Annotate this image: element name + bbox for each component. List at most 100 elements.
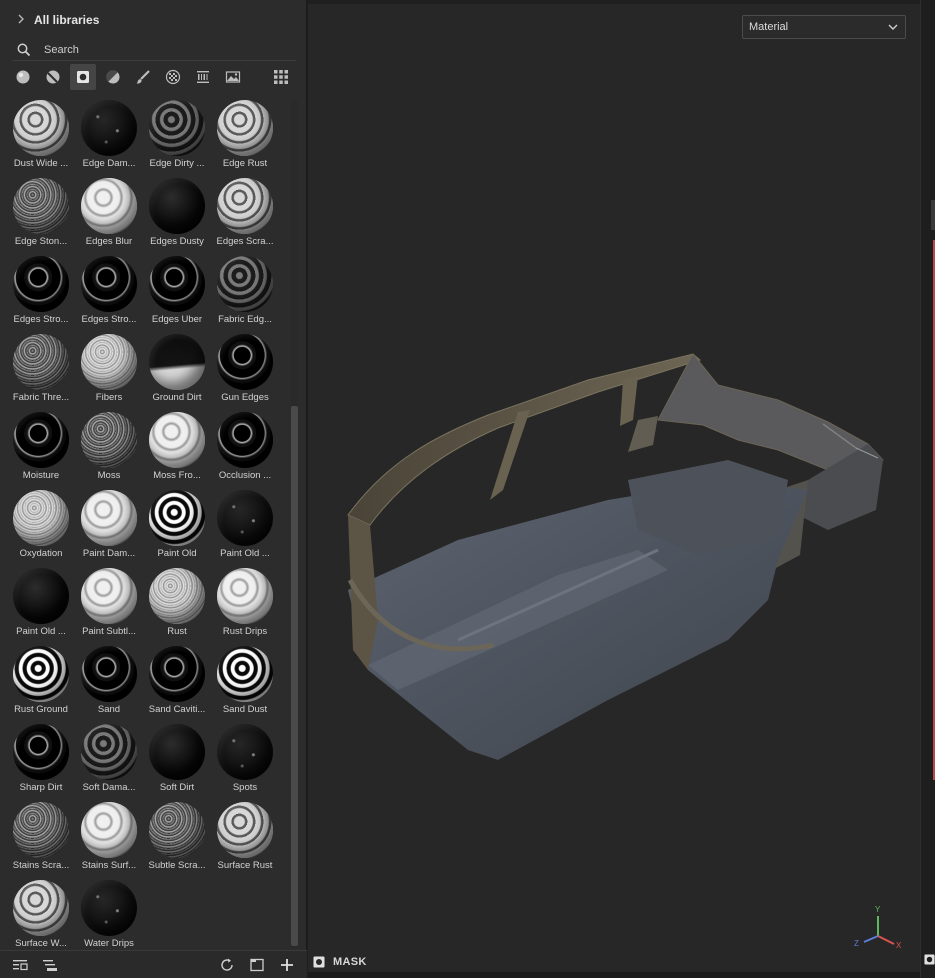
resource-tile[interactable]: Sand <box>75 646 143 724</box>
shelf-panel: All libraries Search Dust Wide ... Edge … <box>0 0 307 978</box>
filter-grunges-icon[interactable] <box>190 64 216 90</box>
resource-label: Moss <box>97 470 121 481</box>
resource-tile[interactable]: Water Drips <box>75 880 143 948</box>
3d-viewport[interactable]: Material MASK Y X Z <box>308 0 920 972</box>
filter-filters-icon[interactable] <box>100 64 126 90</box>
resource-label: Sharp Dirt <box>19 782 63 793</box>
resource-tile[interactable]: Edge Dam... <box>75 100 143 178</box>
resource-label: Edge Dirty ... <box>149 158 205 169</box>
library-title: All libraries <box>34 13 100 27</box>
resource-tile[interactable]: Stains Scra... <box>7 802 75 880</box>
resource-thumbnail <box>217 412 273 468</box>
resource-thumbnail <box>217 334 273 390</box>
resource-thumbnail <box>81 490 137 546</box>
right-side-panel-edge <box>920 0 935 978</box>
resource-tile[interactable]: Rust Drips <box>211 568 279 646</box>
resource-label: Edges Stro... <box>81 314 137 325</box>
resource-tile[interactable]: Soft Dirt <box>143 724 211 802</box>
resource-tile[interactable]: Paint Old ... <box>7 568 75 646</box>
resource-label: Paint Old <box>157 548 197 559</box>
resource-tile[interactable]: Sharp Dirt <box>7 724 75 802</box>
filter-alphas-icon[interactable] <box>160 64 186 90</box>
gizmo-x-label: X <box>896 941 902 950</box>
resource-tile[interactable]: Soft Dama... <box>75 724 143 802</box>
resource-label: Paint Old ... <box>16 626 66 637</box>
resource-thumbnail <box>217 100 273 156</box>
search-bar <box>12 39 296 61</box>
resource-tile[interactable]: Paint Subtl... <box>75 568 143 646</box>
resource-tile[interactable]: Surface W... <box>7 880 75 948</box>
resource-thumbnail <box>13 646 69 702</box>
viewport-bottom-edge <box>308 972 920 978</box>
resource-tile[interactable]: Moisture <box>7 412 75 490</box>
resource-thumbnail <box>149 412 205 468</box>
resource-thumbnail <box>149 178 205 234</box>
resource-tile[interactable]: Edges Dusty <box>143 178 211 256</box>
filter-materials-icon[interactable] <box>10 64 36 90</box>
resource-tile[interactable]: Edge Rust <box>211 100 279 178</box>
resource-thumbnail <box>81 334 137 390</box>
resource-tile[interactable]: Edges Uber <box>143 256 211 334</box>
resource-tile[interactable]: Stains Surf... <box>75 802 143 880</box>
resource-tile[interactable]: Sand Dust <box>211 646 279 724</box>
resource-label: Edges Uber <box>151 314 203 325</box>
gizmo-x-axis <box>877 935 895 945</box>
resource-tile[interactable]: Subtle Scra... <box>143 802 211 880</box>
resource-tile[interactable]: Oxydation <box>7 490 75 568</box>
resource-tile[interactable]: Moss Fro... <box>143 412 211 490</box>
chevron-right-icon[interactable] <box>16 14 28 27</box>
gizmo-z-label: Z <box>854 939 859 948</box>
resource-tile[interactable]: Fibers <box>75 334 143 412</box>
resource-tile[interactable]: Sand Caviti... <box>143 646 211 724</box>
resource-tile[interactable]: Rust Ground <box>7 646 75 724</box>
viewport-mode-select[interactable]: Material <box>742 15 906 39</box>
axis-gizmo[interactable]: Y X Z <box>848 902 904 952</box>
grid-view-icon[interactable] <box>268 64 294 90</box>
shelf-scrollbar[interactable] <box>291 100 298 948</box>
resource-tile[interactable]: Dust Wide ... <box>7 100 75 178</box>
resource-tile[interactable]: Fabric Edg... <box>211 256 279 334</box>
resource-tile[interactable]: Paint Old ... <box>211 490 279 568</box>
add-icon[interactable] <box>276 954 298 976</box>
resource-label: Gun Edges <box>221 392 269 403</box>
refresh-icon[interactable] <box>216 954 238 976</box>
resource-tile[interactable]: Ground Dirt <box>143 334 211 412</box>
car-chassis-model[interactable] <box>308 340 920 780</box>
resource-tile[interactable]: Edges Scra... <box>211 178 279 256</box>
resource-tile[interactable]: Paint Old <box>143 490 211 568</box>
resource-tile[interactable]: Edges Stro... <box>75 256 143 334</box>
resource-tile[interactable]: Fabric Thre... <box>7 334 75 412</box>
resource-tile[interactable]: Edge Dirty ... <box>143 100 211 178</box>
resource-tile[interactable]: Edges Stro... <box>7 256 75 334</box>
resource-thumbnail <box>81 568 137 624</box>
filter-environments-icon[interactable] <box>220 64 246 90</box>
resource-tile[interactable]: Surface Rust <box>211 802 279 880</box>
resource-tile[interactable]: Paint Dam... <box>75 490 143 568</box>
resource-tile[interactable]: Spots <box>211 724 279 802</box>
resource-tile[interactable]: Edge Ston... <box>7 178 75 256</box>
filter-list-icon[interactable] <box>9 954 31 976</box>
resource-thumbnail <box>149 646 205 702</box>
resource-tile[interactable]: Rust <box>143 568 211 646</box>
filter-brushes-icon[interactable] <box>130 64 156 90</box>
search-input[interactable] <box>36 39 296 60</box>
resource-thumbnail <box>13 724 69 780</box>
resource-thumbnail <box>217 178 273 234</box>
shelf-scroll-thumb[interactable] <box>291 406 298 946</box>
resource-thumbnail <box>217 256 273 312</box>
filter-smart-materials-icon[interactable] <box>40 64 66 90</box>
resource-thumbnail <box>81 724 137 780</box>
filter-smart-masks-icon[interactable] <box>70 64 96 90</box>
new-folder-icon[interactable] <box>246 954 268 976</box>
resource-tile[interactable]: Edges Blur <box>75 178 143 256</box>
resource-tile[interactable]: Gun Edges <box>211 334 279 412</box>
resource-thumbnail <box>81 646 137 702</box>
resource-tile[interactable]: Occlusion ... <box>211 412 279 490</box>
resource-thumbnail <box>149 724 205 780</box>
library-header[interactable]: All libraries <box>0 8 307 32</box>
resource-label: Moisture <box>22 470 60 481</box>
resource-label: Edge Ston... <box>14 236 68 247</box>
resource-tile[interactable]: Moss <box>75 412 143 490</box>
sort-list-icon[interactable] <box>39 954 61 976</box>
resource-label: Fibers <box>95 392 123 403</box>
